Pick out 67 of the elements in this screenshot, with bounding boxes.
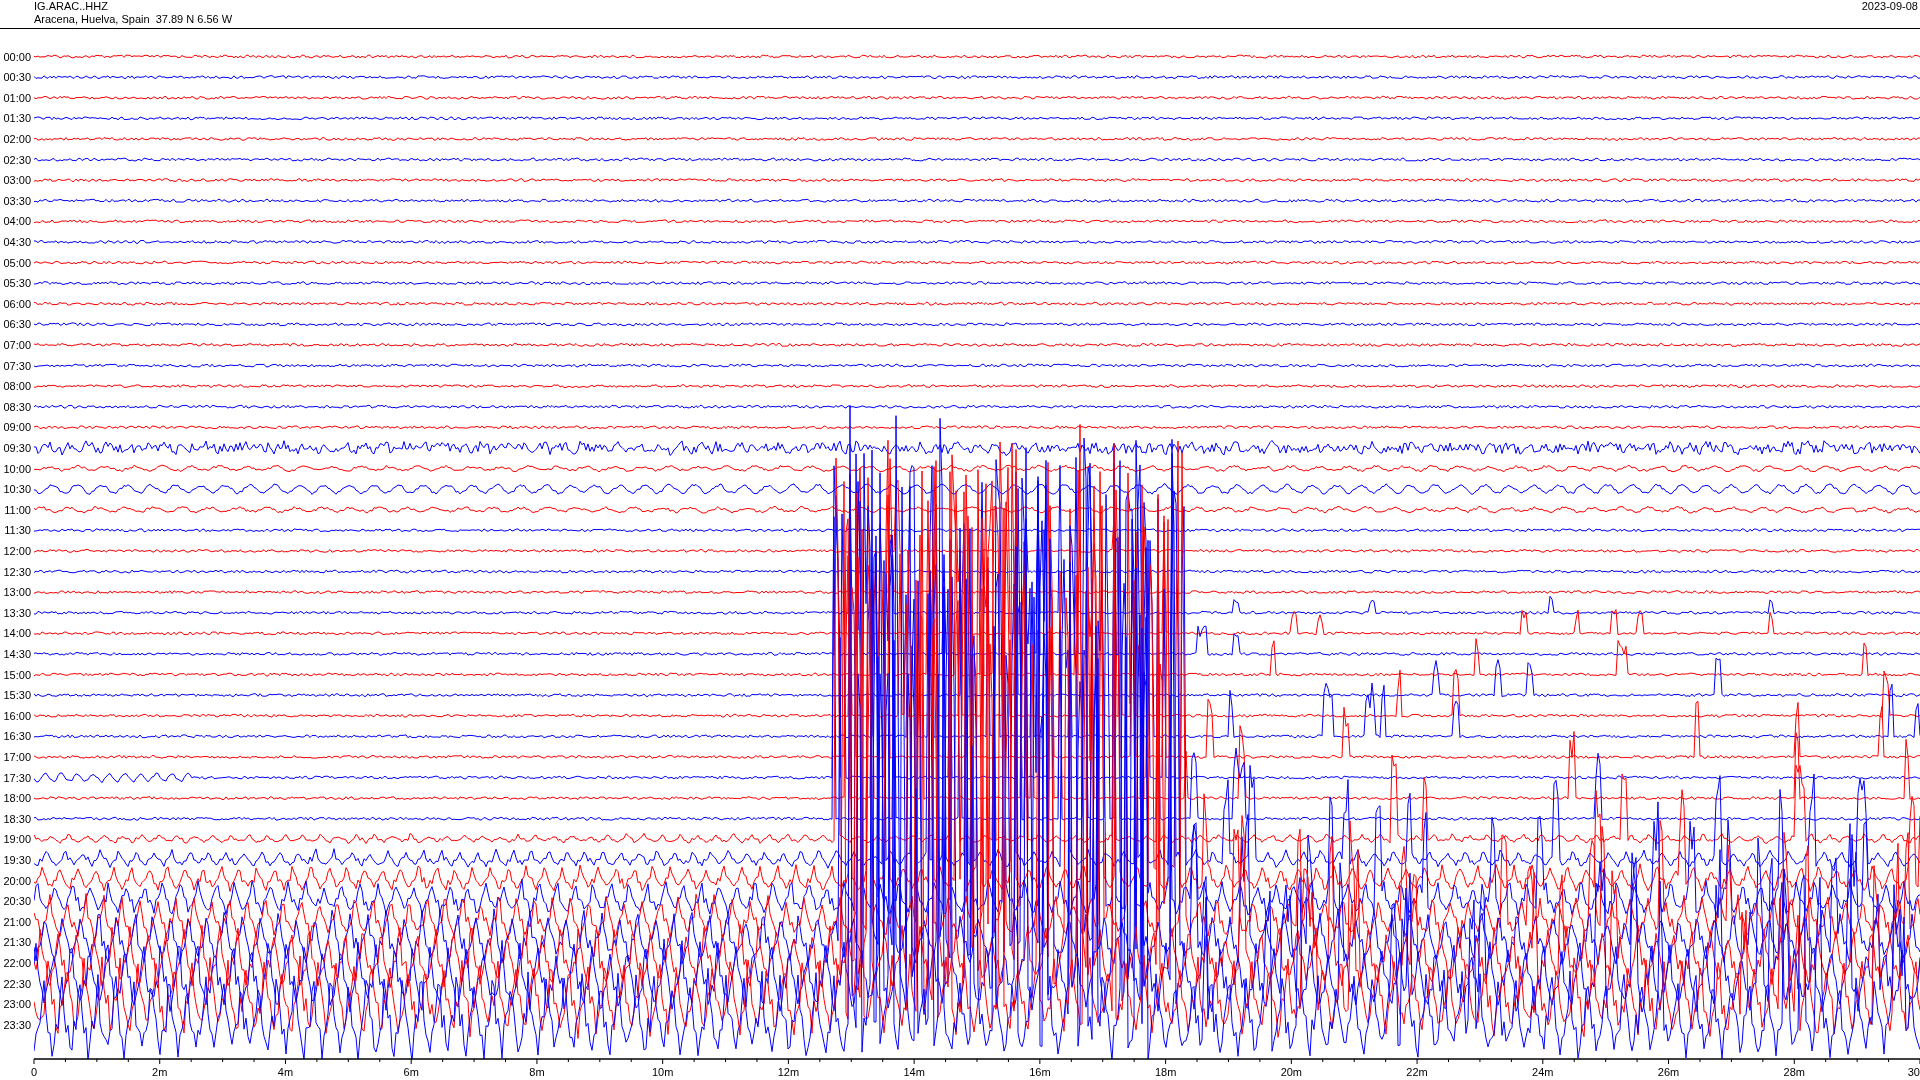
tick-label: 22m <box>1406 1066 1428 1078</box>
hour-label: 08:30 <box>3 400 31 413</box>
tick-label: 8m <box>529 1066 545 1078</box>
hour-label: 04:00 <box>3 215 31 228</box>
hour-label: 16:00 <box>3 709 31 722</box>
hour-label: 06:00 <box>3 297 31 310</box>
hour-label: 20:00 <box>3 874 31 887</box>
hour-label: 04:30 <box>3 235 31 248</box>
hour-label: 05:00 <box>3 256 31 269</box>
hour-label: 00:00 <box>3 50 31 63</box>
tick-label: 30 <box>1907 1066 1920 1078</box>
tick-label: 2m <box>152 1066 168 1078</box>
hour-label: 05:30 <box>3 277 31 290</box>
hour-label: 01:00 <box>3 91 31 104</box>
hour-label: 21:30 <box>3 936 31 949</box>
tick-label: 24m <box>1532 1066 1554 1078</box>
hour-label: 12:00 <box>3 544 31 557</box>
hour-label: 21:00 <box>3 915 31 928</box>
hour-label: 08:00 <box>3 380 31 393</box>
hour-label: 03:30 <box>3 194 31 207</box>
station-title: IG.ARAC..HHZ <box>34 0 109 13</box>
hour-label: 17:00 <box>3 750 31 763</box>
hour-label: 14:30 <box>3 647 31 660</box>
hour-label: 09:00 <box>3 421 31 434</box>
hour-label: 06:30 <box>3 318 31 331</box>
tick-label: 20m <box>1280 1066 1303 1078</box>
hour-label: 13:30 <box>3 606 31 619</box>
hour-label: 18:00 <box>3 792 31 805</box>
hour-label: 14:00 <box>3 627 31 640</box>
hour-label: 18:30 <box>3 812 31 825</box>
hour-label: 01:30 <box>3 112 31 125</box>
tick-label: 0 <box>31 1066 38 1078</box>
hour-label: 11:00 <box>4 503 31 516</box>
hour-label: 17:30 <box>3 771 31 784</box>
tick-label: 26m <box>1657 1066 1680 1078</box>
hour-label: 11:30 <box>4 524 31 537</box>
hour-label: 09:30 <box>3 441 31 454</box>
hour-label: 07:00 <box>3 338 31 351</box>
hour-label: 10:30 <box>3 483 31 496</box>
hour-label: 12:30 <box>3 565 31 578</box>
tick-label: 12m <box>777 1066 800 1078</box>
hour-label: 03:00 <box>3 174 31 187</box>
hour-label: 10:00 <box>3 462 31 475</box>
tick-label: 10m <box>651 1066 674 1078</box>
hour-label: 22:00 <box>3 956 31 969</box>
hour-label: 22:30 <box>3 977 31 990</box>
hour-label: 20:30 <box>3 895 31 908</box>
hour-label: 07:30 <box>3 359 31 372</box>
hour-label: 13:00 <box>3 586 31 599</box>
hour-label: 15:30 <box>3 689 31 702</box>
hour-label: 15:00 <box>3 668 31 681</box>
hour-label: 02:30 <box>3 153 31 166</box>
hour-label: 23:00 <box>3 998 31 1011</box>
hour-label: 02:00 <box>3 132 31 145</box>
tick-label: 14m <box>903 1066 925 1078</box>
tick-label: 28m <box>1783 1066 1805 1078</box>
tick-label: 18m <box>1154 1066 1177 1078</box>
station-location: Aracena, Huelva, Spain 37.89 N 6.56 W <box>34 13 233 26</box>
hour-label: 23:30 <box>3 1018 31 1031</box>
hour-label: 00:30 <box>3 71 31 84</box>
date-label: 2023-09-08 <box>1861 0 1919 14</box>
hour-label: 19:30 <box>3 853 31 866</box>
tick-label: 4m <box>277 1066 294 1078</box>
hour-label: 19:00 <box>3 833 31 846</box>
hour-label: 16:30 <box>3 730 31 743</box>
tick-label: 16m <box>1029 1066 1051 1078</box>
tick-label: 6m <box>403 1066 419 1078</box>
